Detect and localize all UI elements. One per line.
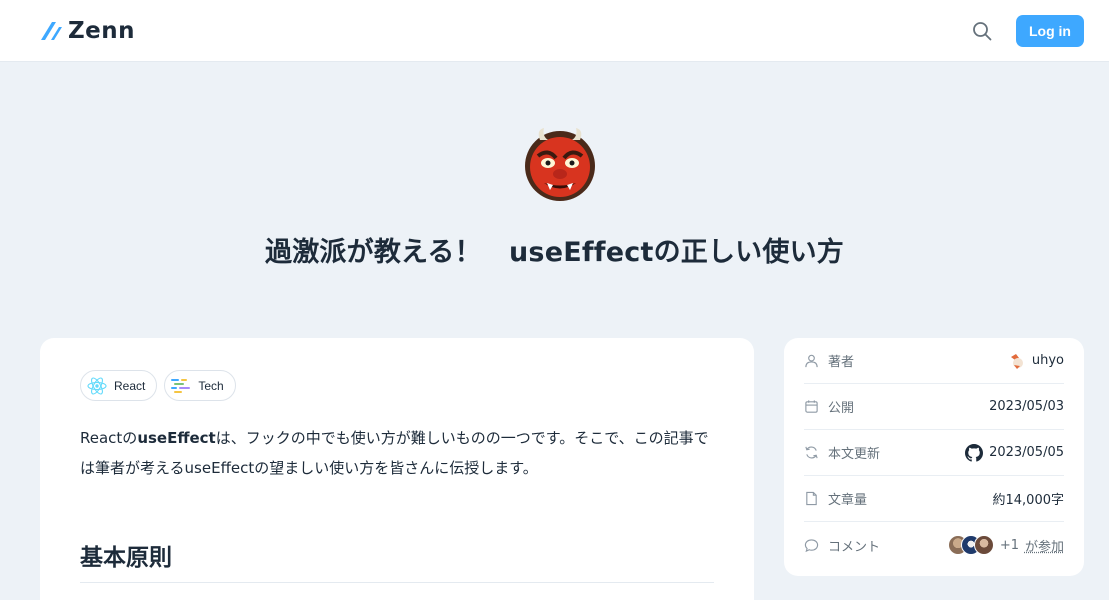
- author-name: uhyo: [1032, 353, 1064, 368]
- comments-label: コメント: [828, 536, 880, 555]
- comments-participants[interactable]: +1 が参加: [948, 535, 1064, 555]
- updated-date: 2023/05/05: [989, 445, 1064, 460]
- intro-text-1: Reactの: [80, 429, 137, 447]
- zenn-logo[interactable]: Zenn: [40, 17, 135, 45]
- github-icon: [965, 444, 983, 462]
- topic-list: React Tech: [80, 370, 236, 401]
- published-label: 公開: [828, 397, 854, 416]
- info-label-author: 著者: [804, 351, 854, 370]
- info-row-updated: 本文更新 2023/05/05: [804, 430, 1064, 476]
- article-body-card: React Tech ReactのuseEffectは、フックの中でも使い方が難…: [40, 338, 754, 600]
- info-label-length: 文章量: [804, 489, 867, 508]
- login-button[interactable]: Log in: [1016, 15, 1084, 47]
- topic-react[interactable]: React: [80, 370, 157, 401]
- zenn-logo-icon: [40, 21, 62, 41]
- participant-avatars: [948, 535, 994, 555]
- refresh-icon: [804, 445, 819, 460]
- info-label-updated: 本文更新: [804, 443, 880, 462]
- user-icon: [804, 353, 819, 368]
- author-avatar: [1006, 351, 1026, 371]
- topic-tech[interactable]: Tech: [164, 370, 235, 401]
- section-heading: 基本原則: [80, 538, 714, 583]
- document-icon: [804, 491, 819, 506]
- search-icon[interactable]: [971, 20, 993, 42]
- updated-link[interactable]: 2023/05/05: [965, 444, 1064, 462]
- topic-label: React: [114, 379, 145, 393]
- info-row-author: 著者 uhyo: [804, 338, 1064, 384]
- author-label: 著者: [828, 351, 854, 370]
- author-link[interactable]: uhyo: [1006, 351, 1064, 371]
- length-label: 文章量: [828, 489, 867, 508]
- published-date: 2023/05/03: [989, 399, 1064, 414]
- info-label-comments: コメント: [804, 536, 880, 555]
- ogre-emoji: [522, 126, 598, 202]
- article-info-card: 著者 uhyo 公開 2023/05/03 本文更新 2023/05/05 文章…: [784, 338, 1084, 576]
- info-row-published: 公開 2023/05/03: [804, 384, 1064, 430]
- article-intro: ReactのuseEffectは、フックの中でも使い方が難しいものの一つです。そ…: [80, 423, 720, 483]
- site-header: Zenn Log in: [0, 0, 1109, 62]
- length-value: 約14,000字: [993, 489, 1065, 508]
- topic-label: Tech: [198, 379, 223, 393]
- logo-text: Zenn: [68, 18, 135, 44]
- calendar-icon: [804, 399, 819, 414]
- comment-icon: [804, 538, 819, 553]
- info-label-published: 公開: [804, 397, 854, 416]
- participant-avatar: [974, 535, 994, 555]
- info-row-comments: コメント +1 が参加: [804, 522, 1064, 568]
- article-title: 過激派が教える！ useEffectの正しい使い方: [0, 230, 1109, 269]
- updated-label: 本文更新: [828, 443, 880, 462]
- intro-bold: useEffect: [137, 429, 215, 447]
- join-link[interactable]: が参加: [1025, 536, 1064, 555]
- info-row-length: 文章量 約14,000字: [804, 476, 1064, 522]
- react-icon: [86, 375, 108, 397]
- tech-icon: [170, 375, 192, 397]
- participant-count: +1: [1000, 538, 1019, 553]
